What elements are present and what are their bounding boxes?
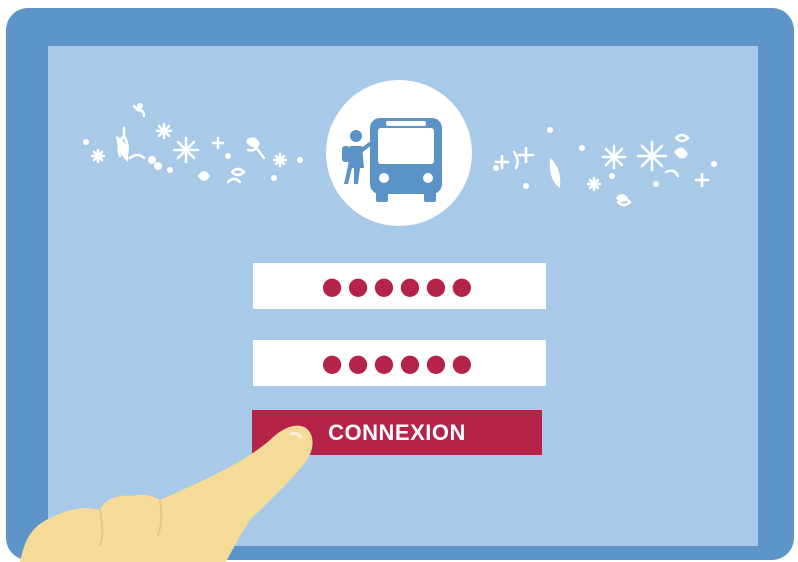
username-field[interactable]: ●●●●●● <box>253 263 546 309</box>
password-field[interactable]: ●●●●●● <box>253 340 546 386</box>
right-ornaments-icon <box>493 127 717 207</box>
login-button-label: CONNEXION <box>328 419 466 445</box>
logo-badge <box>326 80 472 226</box>
password-masked-value: ●●●●●● <box>321 349 478 377</box>
left-ornaments-icon <box>83 103 303 184</box>
login-button[interactable]: CONNEXION <box>252 410 542 455</box>
bus-with-hiker-icon <box>342 118 442 202</box>
username-masked-value: ●●●●●● <box>321 272 478 300</box>
